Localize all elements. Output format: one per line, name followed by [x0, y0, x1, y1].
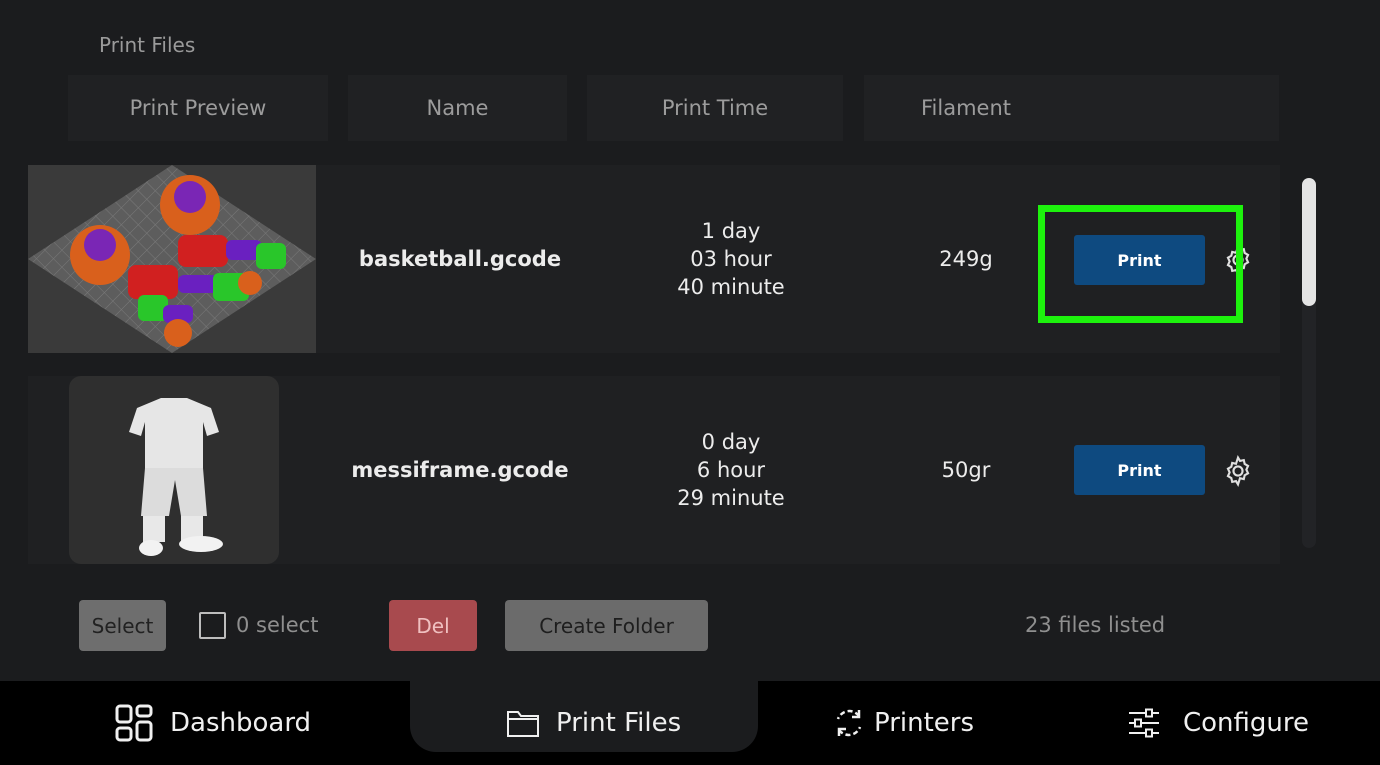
print-preview-image[interactable] — [69, 376, 279, 564]
nav-dashboard-label: Dashboard — [170, 708, 312, 738]
print-time-days: 0 day — [701, 430, 761, 454]
header-name: Name — [348, 75, 567, 141]
nav-dashboard[interactable]: Dashboard — [114, 681, 311, 765]
nav-configure[interactable]: Configure — [1127, 681, 1309, 765]
delete-button[interactable]: Del — [389, 600, 477, 651]
files-listed-count: 23 files listed — [1025, 613, 1166, 637]
nav-configure-label: Configure — [1183, 708, 1310, 738]
print-time-hours: 6 hour — [696, 458, 766, 482]
gear-icon[interactable] — [1221, 454, 1255, 488]
filament-amount: 249g — [939, 247, 993, 271]
highlight-box — [1038, 205, 1243, 323]
print-time-days: 1 day — [701, 219, 761, 243]
create-folder-button[interactable]: Create Folder — [505, 600, 708, 651]
print-time-hours: 03 hour — [690, 247, 772, 271]
select-all-checkbox[interactable] — [199, 612, 226, 639]
header-print-preview: Print Preview — [68, 75, 328, 141]
nav-print-files-label: Print Files — [556, 708, 682, 738]
header-print-time: Print Time — [587, 75, 843, 141]
select-count: 0 select — [236, 613, 319, 637]
print-time-minutes: 40 minute — [677, 275, 785, 299]
nav-print-files[interactable]: Print Files — [506, 681, 681, 765]
file-name[interactable]: basketball.gcode — [350, 165, 570, 353]
scrollbar-thumb[interactable] — [1302, 178, 1316, 306]
file-name[interactable]: messiframe.gcode — [350, 376, 570, 564]
print-time: 1 day 03 hour 40 minute — [608, 165, 854, 353]
print-preview-image[interactable] — [28, 165, 316, 353]
sync-icon — [832, 706, 866, 740]
sliders-icon — [1127, 708, 1161, 738]
nav-printers[interactable]: Printers — [832, 681, 974, 765]
print-button[interactable]: Print — [1074, 445, 1205, 495]
nav-printers-label: Printers — [874, 708, 975, 738]
table-row[interactable]: messiframe.gcode 0 day 6 hour 29 minute … — [28, 376, 1280, 564]
grid-icon — [114, 703, 154, 743]
filament-amount: 50gr — [941, 458, 991, 482]
page-title: Print Files — [99, 33, 196, 57]
folder-icon — [506, 708, 540, 738]
print-time: 0 day 6 hour 29 minute — [608, 376, 854, 564]
header-filament: Filament — [864, 75, 1279, 141]
select-button[interactable]: Select — [79, 600, 166, 651]
print-time-minutes: 29 minute — [677, 486, 785, 510]
